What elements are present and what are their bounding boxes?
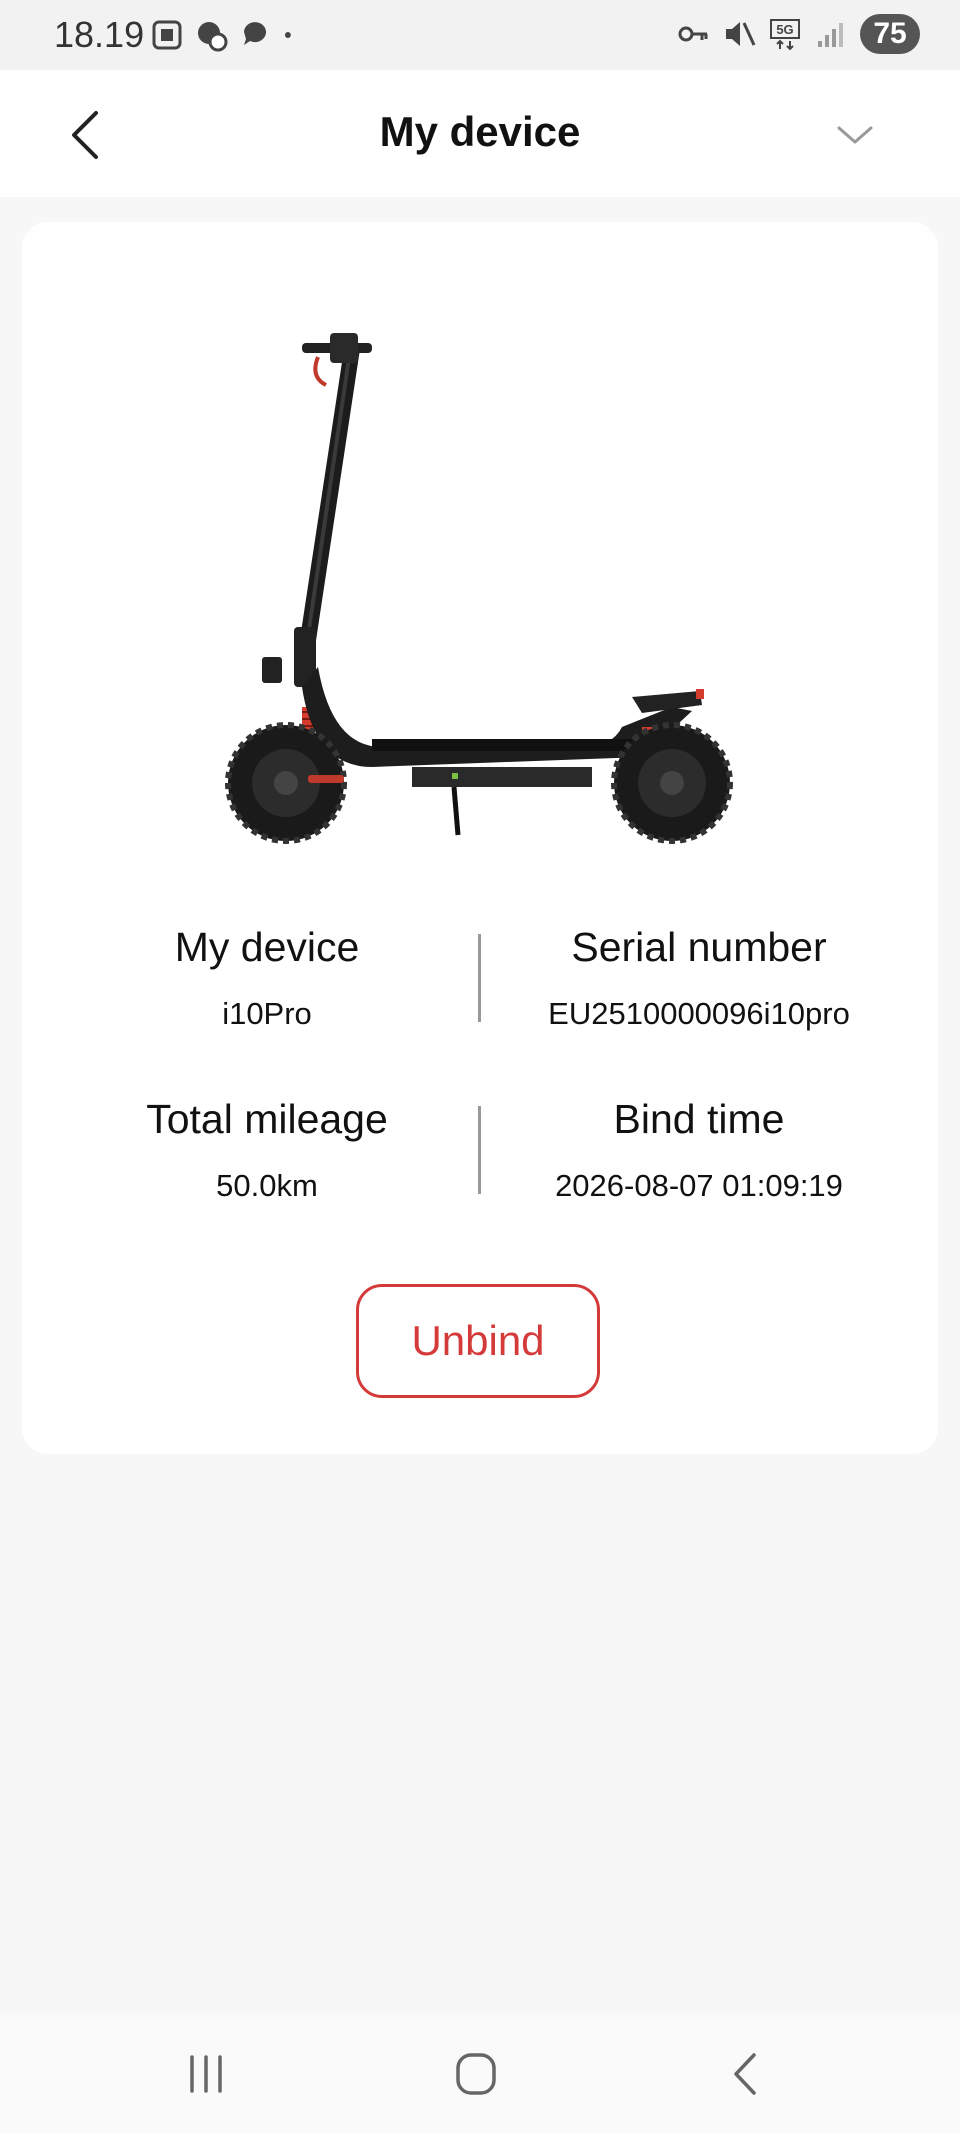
home-icon[interactable] — [446, 2049, 506, 2099]
chat-icon — [244, 22, 266, 45]
bind-time-field: Bind time 2026-08-07 01:09:19 — [484, 1094, 914, 1204]
battery-indicator: 75 — [860, 14, 920, 54]
bind-time-value: 2026-08-07 01:09:19 — [555, 1168, 843, 1203]
network-5g-icon: 5G — [770, 19, 800, 51]
info-row: My device i10Pro Serial number EU2510000… — [22, 922, 938, 1094]
info-row: Total mileage 50.0km Bind time 2026-08-0… — [22, 1094, 938, 1266]
signal-icon — [818, 23, 843, 47]
total-mileage-field: Total mileage 50.0km — [52, 1094, 482, 1204]
device-name-label: My device — [174, 924, 360, 970]
unbind-button[interactable]: Unbind — [356, 1284, 600, 1398]
total-mileage-label: Total mileage — [146, 1096, 388, 1142]
chevron-down-icon — [837, 126, 873, 144]
device-card: My device i10Pro Serial number EU2510000… — [22, 222, 938, 1454]
status-time: 18.19 — [54, 14, 145, 55]
serial-number-value: EU2510000096i10pro — [548, 996, 850, 1031]
device-name-field: My device i10Pro — [52, 922, 482, 1032]
back-icon[interactable] — [716, 2049, 776, 2099]
app-header: My device — [0, 70, 960, 197]
sync-icon — [198, 22, 228, 52]
mute-icon — [726, 22, 756, 46]
serial-number-label: Serial number — [571, 924, 827, 970]
divider — [478, 934, 481, 1022]
total-mileage-value: 50.0km — [216, 1168, 318, 1203]
bind-time-label: Bind time — [613, 1096, 785, 1142]
recent-apps-icon[interactable] — [176, 2049, 236, 2099]
device-info-grid: My device i10Pro Serial number EU2510000… — [22, 922, 938, 1266]
dropdown-button[interactable] — [835, 120, 875, 150]
dot-icon — [284, 32, 291, 38]
divider — [478, 1106, 481, 1194]
device-name-value: i10Pro — [222, 996, 312, 1031]
status-icons-right: 5G 75 — [676, 14, 920, 54]
page-title: My device — [379, 108, 581, 155]
vpn-key-icon — [678, 26, 708, 42]
status-bar: 18.19 5G 75 — [0, 0, 960, 70]
screenshot-icon — [152, 20, 182, 50]
status-icons-left — [150, 18, 302, 52]
serial-number-field: Serial number EU2510000096i10pro — [484, 922, 914, 1032]
scooter-image — [225, 333, 733, 844]
system-nav-bar — [0, 2013, 960, 2133]
svg-text:5G: 5G — [776, 22, 793, 37]
